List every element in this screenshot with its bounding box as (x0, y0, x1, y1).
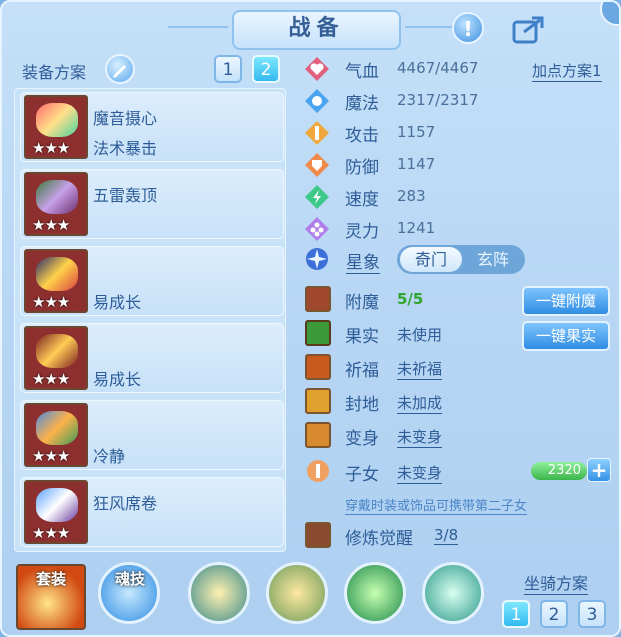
blessing-icon (305, 354, 331, 380)
row-transform: 变身 未变身 (302, 422, 532, 452)
equip-slot-shoes[interactable]: ★★★ 狂风席卷 (20, 477, 284, 547)
heart-icon (305, 57, 329, 81)
add-point-plan-link[interactable]: 加点方案1 (532, 60, 602, 82)
add-child-points-button[interactable]: + (587, 458, 611, 482)
equip-plan-button-2[interactable]: 2 (252, 55, 280, 83)
stat-defense: 防御 1147 (302, 150, 502, 180)
equip-name: 五雷轰顶 (93, 186, 158, 205)
belt-icon: ★★★ (24, 403, 88, 467)
one-key-enchant-button[interactable]: 一键附魔 (522, 286, 610, 316)
skill-slot-1[interactable] (188, 562, 250, 624)
equip-slot-necklace[interactable]: ★★★ 易成长 (20, 323, 284, 393)
child-points-bar: 2320 (531, 462, 587, 480)
armor-icon: ★★★ (24, 249, 88, 313)
pencil-icon (113, 65, 126, 78)
skill-slot-3[interactable] (344, 562, 406, 624)
stat-speed: 速度 283 (302, 182, 502, 212)
shoes-icon: ★★★ (24, 480, 88, 544)
edit-plan-button[interactable] (105, 54, 135, 84)
share-icon[interactable] (512, 14, 546, 44)
cultivation-icon (305, 522, 331, 548)
xingxiang-label[interactable]: 星象 (346, 248, 380, 274)
mount-plan-button-2[interactable]: 2 (540, 600, 568, 628)
weapon-icon: ★★★ (24, 95, 88, 159)
row-fief: 封地 未加成 (302, 388, 532, 418)
child-hint-link[interactable]: 穿戴时装或饰品可携带第二子女 (345, 495, 528, 515)
transform-icon (305, 422, 331, 448)
mount-plan-label[interactable]: 坐骑方案 (524, 570, 589, 595)
row-children: 子女 未变身 (302, 458, 532, 488)
defense-icon (305, 153, 329, 177)
equip-slot-helmet[interactable]: ★★★ 五雷轰顶 (20, 169, 284, 239)
row-cultivation: 修炼觉醒 3/8 (302, 522, 532, 552)
soul-skill-label: 魂技 (114, 570, 145, 588)
equip-attr: 冷静 (93, 447, 126, 466)
star-icon (306, 248, 328, 270)
fief-icon (305, 388, 331, 414)
row-blessing: 祈福 未祈福 (302, 354, 532, 384)
equip-slot-armor[interactable]: ★★★ 易成长 (20, 246, 284, 316)
equip-attr: 易成长 (93, 370, 142, 389)
skill-slot-4[interactable] (422, 562, 484, 624)
stat-attack: 攻击 1157 (302, 118, 502, 148)
child-icon (307, 460, 329, 482)
equip-name: 狂风席卷 (93, 494, 158, 513)
equip-name: 魔音摄心 (93, 109, 158, 128)
toggle-qimen[interactable]: 奇门 (400, 247, 462, 272)
equip-attr: 法术暴击 (93, 139, 158, 158)
fruit-icon (305, 320, 331, 346)
helmet-icon: ★★★ (24, 172, 88, 236)
necklace-icon: ★★★ (24, 326, 88, 390)
mana-icon (305, 89, 329, 113)
xingxiang-toggle[interactable]: 奇门 玄阵 (397, 245, 525, 274)
stat-spirit: 灵力 1241 (302, 214, 502, 244)
row-enchant: 附魔 5/5 (302, 286, 532, 316)
suit-label: 套装 (35, 570, 66, 588)
equip-plan-button-1[interactable]: 1 (214, 55, 242, 83)
help-button[interactable]: ! (452, 12, 484, 44)
toggle-xuanzhen[interactable]: 玄阵 (463, 247, 523, 272)
speed-icon (305, 185, 329, 209)
equipment-panel: 战备 ! 装备方案 1 2 ★★★ 魔音摄心 法术暴击 ★★★ 五雷轰顶 ★★★… (0, 0, 621, 637)
stat-mp: 魔法 2317/2317 (302, 86, 502, 116)
equip-plan-label: 装备方案 (22, 63, 87, 82)
attack-icon (305, 121, 329, 145)
equip-slot-belt[interactable]: ★★★ 冷静 (20, 400, 284, 470)
enchant-icon (305, 286, 331, 312)
skill-slot-2[interactable] (266, 562, 328, 624)
equip-slot-weapon[interactable]: ★★★ 魔音摄心 法术暴击 (20, 92, 284, 162)
spirit-icon (305, 217, 329, 241)
stat-hp: 气血 4467/4467 (302, 54, 502, 84)
equipment-list: ★★★ 魔音摄心 法术暴击 ★★★ 五雷轰顶 ★★★ 易成长 ★★★ 易成长 ★… (14, 88, 286, 552)
panel-title: 战备 (168, 10, 465, 50)
equip-attr: 易成长 (93, 293, 142, 312)
mount-plan-button-1[interactable]: 1 (502, 600, 530, 628)
close-button[interactable] (600, 2, 619, 26)
mount-plan-button-3[interactable]: 3 (578, 600, 606, 628)
one-key-fruit-button[interactable]: 一键果实 (522, 321, 610, 351)
row-fruit: 果实 未使用 (302, 320, 532, 350)
